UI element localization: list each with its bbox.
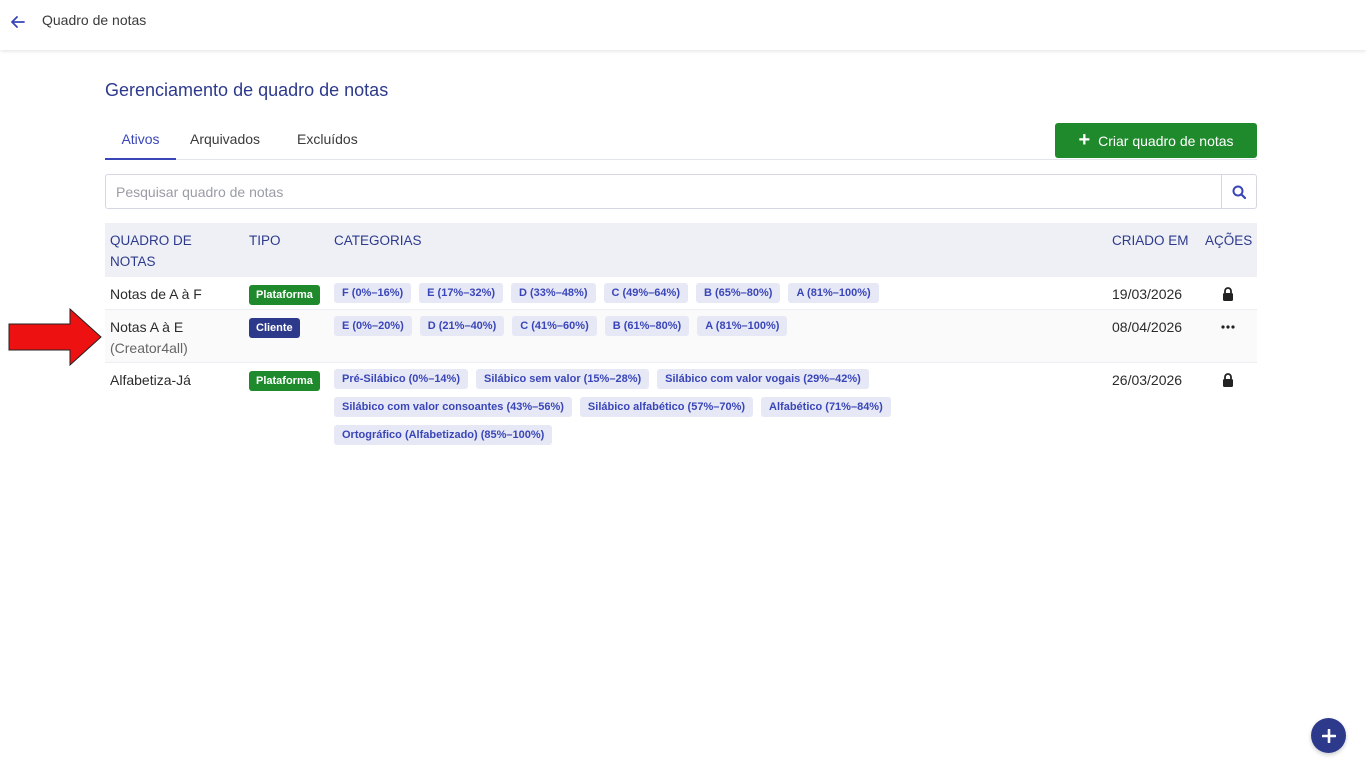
table-row[interactable]: Alfabetiza-Já Plataforma Pré-Silábico (0…	[105, 363, 1257, 449]
create-grade-board-button[interactable]: + Criar quadro de notas	[1055, 123, 1257, 158]
category-chip: E (17%–32%)	[419, 283, 504, 303]
category-list: Pré-Silábico (0%–14%) Silábico sem valor …	[334, 369, 1094, 445]
more-horizontal-icon[interactable]	[1218, 318, 1238, 336]
header-criado-em: CRIADO EM	[1112, 233, 1189, 248]
category-chip: Silábico com valor vogais (29%–42%)	[657, 369, 869, 389]
created-date: 08/04/2026	[1112, 319, 1183, 335]
search-bar	[105, 174, 1257, 209]
board-name: Notas de A à F	[110, 286, 202, 302]
board-name-text: Notas A à E	[110, 319, 184, 335]
type-badge: Plataforma	[249, 285, 320, 305]
category-chip: C (49%–64%)	[603, 283, 688, 303]
header-tipo: TIPO	[249, 233, 281, 248]
header-categorias: CATEGORIAS	[334, 233, 422, 248]
category-chip: Pré-Silábico (0%–14%)	[334, 369, 468, 389]
category-chip: C (41%–60%)	[512, 316, 597, 336]
category-chip: Silábico alfabético (57%–70%)	[579, 397, 754, 417]
lock-icon	[1218, 371, 1238, 389]
created-date: 19/03/2026	[1112, 286, 1183, 302]
plus-icon	[1321, 728, 1336, 743]
category-chip: B (61%–80%)	[604, 316, 690, 336]
category-chip: E (0%–20%)	[334, 316, 412, 336]
type-badge: Plataforma	[249, 371, 320, 391]
category-list: E (0%–20%) D (21%–40%) C (41%–60%) B (61%–8…	[334, 316, 1094, 336]
top-bar: Quadro de notas	[0, 0, 1366, 50]
created-date: 26/03/2026	[1112, 372, 1183, 388]
page-title: Gerenciamento de quadro de notas	[105, 80, 389, 100]
category-chip: D (21%–40%)	[419, 316, 505, 336]
annotation-arrow-icon	[8, 308, 102, 366]
category-chip: A (81%–100%)	[788, 283, 879, 303]
tab-ativos[interactable]: Ativos	[105, 131, 176, 160]
tab-arquivados[interactable]: Arquivados	[190, 131, 260, 160]
create-button-label: Criar quadro de notas	[1098, 132, 1234, 149]
type-badge: Cliente	[249, 318, 300, 338]
category-chip: D (33%–48%)	[511, 283, 596, 303]
category-list: F (0%–16%) E (17%–32%) D (33%–48%) C (49%–6…	[334, 283, 1094, 303]
table-header: QUADRO DE NOTAS TIPO CATEGORIAS CRIADO E…	[105, 223, 1257, 277]
search-input[interactable]	[106, 175, 1221, 208]
board-name: Alfabetiza-Já	[110, 372, 191, 388]
search-button[interactable]	[1221, 175, 1256, 208]
board-name: Notas A à E (Creator4all)	[110, 317, 188, 359]
category-chip: B (65%–80%)	[695, 283, 781, 303]
lock-icon	[1218, 285, 1238, 303]
search-icon	[1232, 185, 1246, 199]
board-owner: (Creator4all)	[110, 340, 188, 356]
category-chip: Alfabético (71%–84%)	[761, 397, 891, 417]
category-chip: Silábico com valor consoantes (43%–56%)	[334, 397, 572, 417]
category-chip: A (81%–100%)	[697, 316, 788, 336]
tab-excluidos[interactable]: Excluídos	[297, 131, 358, 160]
grade-boards-table: QUADRO DE NOTAS TIPO CATEGORIAS CRIADO E…	[105, 223, 1257, 449]
table-row[interactable]: Notas de A à F Plataforma F (0%–16%) E (1…	[105, 277, 1257, 310]
category-chip: Silábico sem valor (15%–28%)	[476, 369, 650, 389]
table-row[interactable]: Notas A à E (Creator4all) Cliente E (0%–…	[105, 310, 1257, 363]
plus-icon: +	[1078, 128, 1091, 151]
category-chip: F (0%–16%)	[334, 283, 412, 303]
category-chip: Ortográfico (Alfabetizado) (85%–100%)	[334, 425, 553, 445]
header-quadro-de-notas: QUADRO DE NOTAS	[110, 233, 192, 269]
topbar-title: Quadro de notas	[42, 12, 147, 28]
floating-add-button[interactable]	[1311, 718, 1346, 753]
arrow-left-icon[interactable]	[9, 13, 27, 31]
header-acoes: AÇÕES	[1205, 233, 1253, 248]
